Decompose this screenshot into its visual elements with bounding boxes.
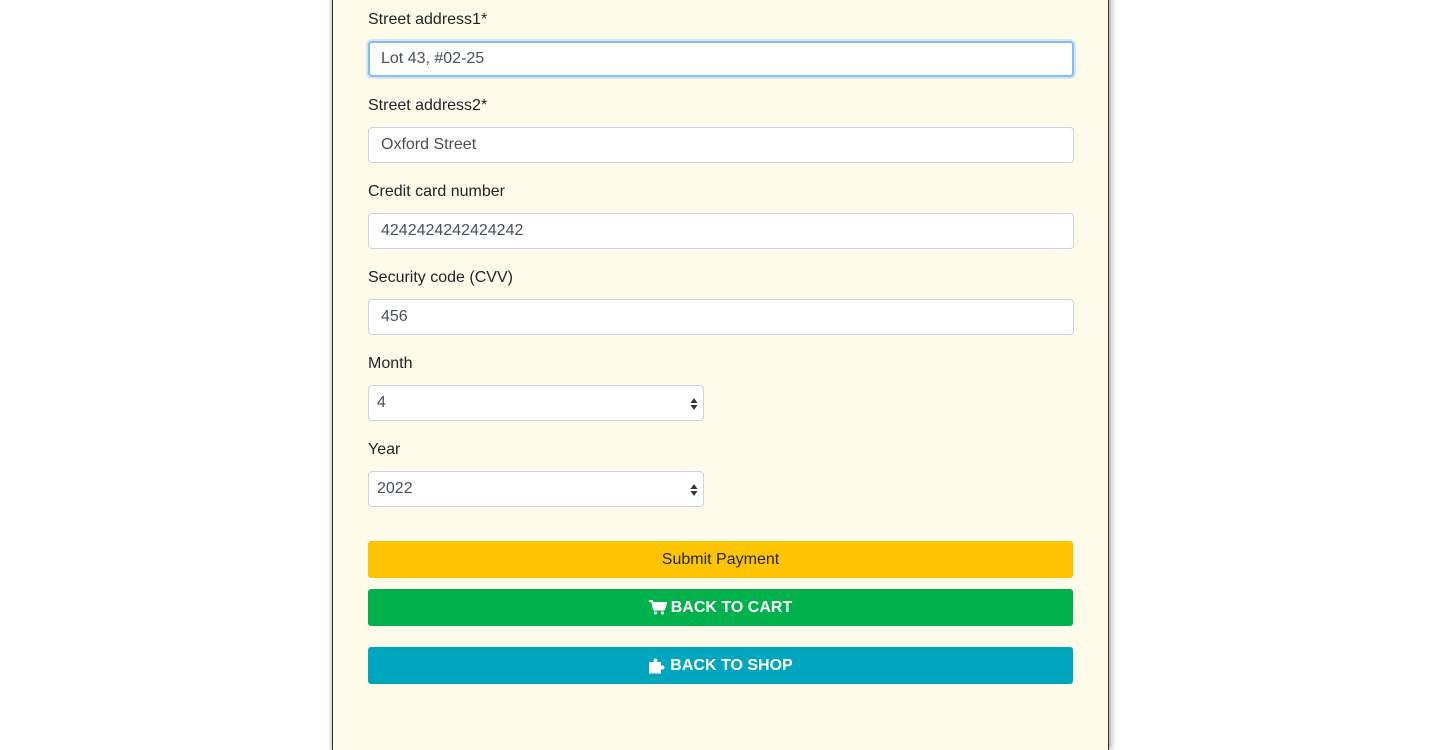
month-select[interactable]: 4 xyxy=(368,385,704,421)
select-arrows-icon xyxy=(690,398,698,410)
street-address2-input[interactable] xyxy=(368,127,1074,163)
back-to-cart-label: BACK TO CART xyxy=(670,598,793,616)
month-label: Month xyxy=(368,355,413,372)
submit-payment-label: Submit Payment xyxy=(661,550,780,568)
street-address1-input[interactable] xyxy=(368,41,1074,77)
shopping-cart-icon xyxy=(648,600,667,615)
year-label: Year xyxy=(368,441,401,458)
credit-card-number-label: Credit card number xyxy=(368,183,505,200)
select-arrows-icon xyxy=(690,484,698,496)
year-selected-value: 2022 xyxy=(377,480,413,497)
credit-card-number-input[interactable] xyxy=(368,213,1074,249)
street-address1-label: Street address1* xyxy=(368,11,488,28)
back-to-shop-label: BACK TO SHOP xyxy=(670,656,793,674)
year-select[interactable]: 2022 xyxy=(368,471,704,507)
puzzle-piece-icon xyxy=(648,658,666,674)
street-address2-label: Street address2* xyxy=(368,97,488,114)
security-code-label: Security code (CVV) xyxy=(368,269,513,286)
back-to-cart-button[interactable]: BACK TO CART xyxy=(368,589,1073,626)
month-selected-value: 4 xyxy=(377,394,386,411)
back-to-shop-button[interactable]: BACK TO SHOP xyxy=(368,647,1073,684)
security-code-input[interactable] xyxy=(368,299,1074,335)
submit-payment-button[interactable]: Submit Payment xyxy=(368,541,1073,578)
